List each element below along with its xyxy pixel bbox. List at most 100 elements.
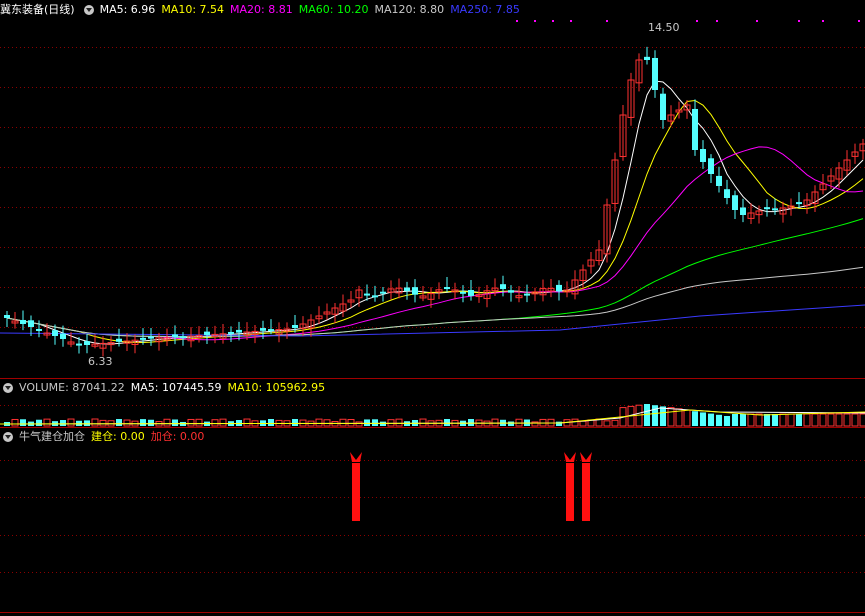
volume-bar — [195, 418, 203, 427]
jiancang-label: 建仓: 0.00 — [91, 430, 145, 443]
volume-bar — [708, 413, 714, 426]
volume-bar — [91, 418, 99, 427]
indicator-legend: 牛气建仓加仓 建仓: 0.00 加仓: 0.00 — [0, 428, 210, 446]
volume-bar — [803, 413, 811, 427]
indicator-menu-icon[interactable] — [3, 432, 13, 442]
volume-bar — [468, 419, 474, 426]
volume-bar — [419, 418, 427, 427]
vol-ma5-label: MA5: 107445.59 — [130, 381, 222, 394]
candle-body — [644, 56, 650, 60]
ma60-line — [6, 218, 864, 338]
volume-bar — [556, 421, 562, 426]
marker-dot — [516, 20, 518, 22]
candle-body — [4, 315, 10, 318]
volume-bar — [724, 416, 730, 426]
volume-bar — [172, 419, 178, 426]
signal-bar — [582, 463, 590, 521]
legend-menu-icon[interactable] — [83, 5, 94, 15]
candle-body — [36, 328, 42, 331]
low-price-label: 6.33 — [88, 355, 113, 368]
candle-body — [764, 207, 770, 210]
ma10-label: MA10: 7.54 — [161, 3, 225, 16]
marker-dot — [534, 20, 536, 22]
stock-title[interactable]: 冀东装备(日线) — [0, 1, 75, 19]
marker-dot — [552, 20, 554, 22]
candle-body — [292, 325, 298, 328]
volume-bar — [236, 420, 242, 426]
marker-dot — [756, 20, 758, 22]
volume-bar — [339, 418, 347, 427]
candle-body — [380, 291, 386, 294]
ma20-line — [6, 146, 864, 341]
candle-body — [260, 328, 266, 331]
candle-body — [60, 333, 66, 339]
volume-bar — [787, 413, 795, 427]
marker-dot — [716, 20, 718, 22]
candle-body — [796, 202, 802, 205]
marker-dot — [606, 20, 608, 22]
volume-bar — [123, 419, 131, 427]
candle-body — [692, 108, 698, 150]
volume-bar — [683, 409, 691, 427]
volume-bar — [444, 419, 450, 426]
volume-bar — [571, 418, 579, 427]
volume-bar — [796, 414, 802, 426]
volume-bar — [716, 414, 722, 426]
volume-bar — [372, 419, 378, 426]
candlesticks — [4, 46, 865, 357]
candle-body — [740, 207, 746, 215]
top-markers — [516, 20, 860, 22]
volume-bar — [764, 414, 770, 426]
ma10-line — [6, 99, 864, 344]
volume-bar — [323, 419, 331, 427]
volume-bar — [611, 419, 619, 427]
ma120-label: MA120: 8.80 — [374, 3, 445, 16]
volume-bar — [364, 419, 370, 426]
volume-bar — [811, 413, 819, 427]
candle-body — [444, 287, 450, 290]
candle-body — [116, 338, 122, 342]
volume-bar — [747, 413, 755, 427]
candle-body — [20, 319, 26, 324]
candle-body — [140, 337, 146, 340]
volume-bar — [819, 413, 827, 427]
volume-bar — [692, 411, 698, 426]
volume-menu-icon[interactable] — [3, 383, 13, 393]
jiacang-label: 加仓: 0.00 — [150, 430, 205, 443]
volume-bar — [60, 420, 66, 426]
signal-bar — [566, 463, 574, 521]
volume-bar — [732, 414, 738, 426]
signal-icon — [350, 452, 362, 462]
volume-bar — [667, 407, 675, 427]
candle-body — [700, 149, 706, 162]
volume-bar — [835, 413, 843, 427]
candle-body — [524, 293, 530, 296]
candle-body — [404, 287, 410, 291]
volume-bar — [140, 419, 146, 426]
volume-bar — [163, 418, 171, 427]
volume-bar — [859, 413, 865, 427]
candle-body — [716, 175, 722, 186]
candle-body — [180, 336, 186, 339]
candle-body — [412, 287, 418, 295]
candle-body — [228, 331, 234, 334]
volume-bar — [779, 413, 787, 427]
ma120-line — [6, 266, 864, 338]
indicator-title[interactable]: 牛气建仓加仓 — [19, 428, 85, 446]
volume-bar — [755, 413, 763, 427]
volume-legend: VOLUME: 87041.22 MA5: 107445.59 MA10: 10… — [0, 379, 331, 397]
volume-bar — [395, 418, 403, 427]
volume-bar — [148, 419, 154, 426]
chart-canvas[interactable] — [0, 0, 865, 616]
marker-dot — [570, 20, 572, 22]
candle-body — [364, 293, 370, 296]
signal-icon — [564, 452, 576, 462]
candle-body — [172, 334, 178, 338]
candle-body — [76, 343, 82, 346]
volume-label: VOLUME: 87041.22 — [19, 381, 125, 394]
main-chart-legend: 冀东装备(日线) MA5: 6.96 MA10: 7.54 MA20: 8.81… — [0, 1, 526, 19]
candle-body — [508, 290, 514, 293]
volume-bar — [772, 414, 778, 426]
signal-bar — [352, 463, 360, 521]
volume-bar — [740, 414, 746, 426]
